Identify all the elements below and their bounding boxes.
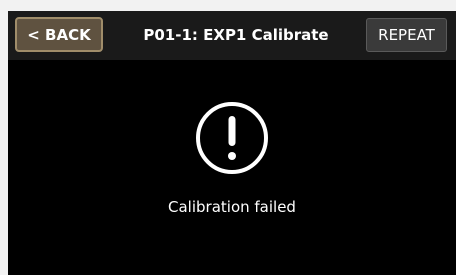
back-button[interactable]: < BACK bbox=[15, 17, 103, 52]
page-title: P01-1: EXP1 Calibrate bbox=[143, 25, 329, 44]
header-bar: < BACK P01-1: EXP1 Calibrate REPEAT bbox=[8, 11, 456, 60]
status-message: Calibration failed bbox=[168, 198, 296, 216]
device-screen: < BACK P01-1: EXP1 Calibrate REPEAT Cali… bbox=[8, 11, 456, 275]
repeat-button[interactable]: REPEAT bbox=[366, 18, 447, 52]
exclamation-circle-icon bbox=[196, 102, 268, 174]
